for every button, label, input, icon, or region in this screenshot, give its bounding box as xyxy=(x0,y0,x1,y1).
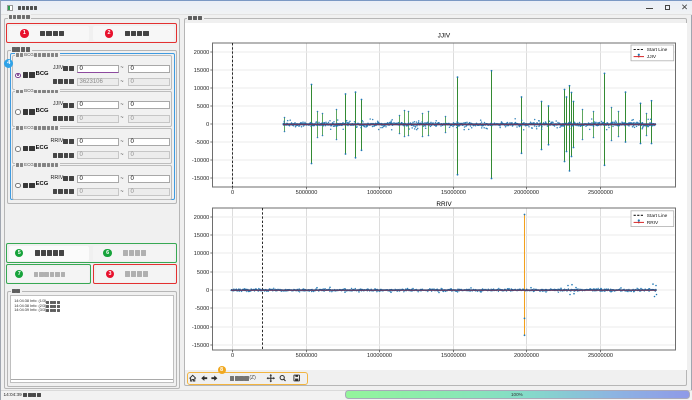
svg-text:0: 0 xyxy=(231,353,234,359)
svg-text:15000: 15000 xyxy=(194,232,210,238)
svg-text:-5000: -5000 xyxy=(195,305,209,311)
svg-text:5000000: 5000000 xyxy=(296,190,318,196)
svg-text:10000: 10000 xyxy=(194,250,210,256)
svg-text:-15000: -15000 xyxy=(192,342,209,348)
svg-text:10000000: 10000000 xyxy=(367,353,392,359)
svg-text:RRIV: RRIV xyxy=(647,220,659,226)
svg-text:25000000: 25000000 xyxy=(588,190,613,196)
svg-text:0: 0 xyxy=(206,287,209,293)
svg-text:10000: 10000 xyxy=(194,85,210,91)
svg-text:20000: 20000 xyxy=(194,49,210,55)
svg-text:-5000: -5000 xyxy=(195,139,209,145)
svg-text:5000: 5000 xyxy=(197,269,209,275)
svg-text:JJIV: JJIV xyxy=(438,32,451,39)
svg-text:15000000: 15000000 xyxy=(441,190,466,196)
svg-text:20000000: 20000000 xyxy=(514,353,539,359)
svg-text:15000: 15000 xyxy=(194,67,210,73)
svg-text:JJIV: JJIV xyxy=(647,54,657,60)
svg-text:-15000: -15000 xyxy=(192,175,209,181)
svg-text:0: 0 xyxy=(206,121,209,127)
svg-text:-10000: -10000 xyxy=(192,157,209,163)
svg-text:5000: 5000 xyxy=(197,103,209,109)
svg-text:15000000: 15000000 xyxy=(441,353,466,359)
svg-text:25000000: 25000000 xyxy=(588,353,613,359)
svg-text:10000000: 10000000 xyxy=(367,190,392,196)
svg-text:20000000: 20000000 xyxy=(514,190,539,196)
svg-text:-10000: -10000 xyxy=(192,324,209,330)
svg-text:Start Line: Start Line xyxy=(647,47,668,53)
svg-text:20000: 20000 xyxy=(194,214,210,220)
svg-text:Start Line: Start Line xyxy=(647,212,668,218)
svg-text:5000000: 5000000 xyxy=(296,353,318,359)
svg-text:0: 0 xyxy=(231,190,234,196)
svg-text:RRIV: RRIV xyxy=(436,200,452,207)
